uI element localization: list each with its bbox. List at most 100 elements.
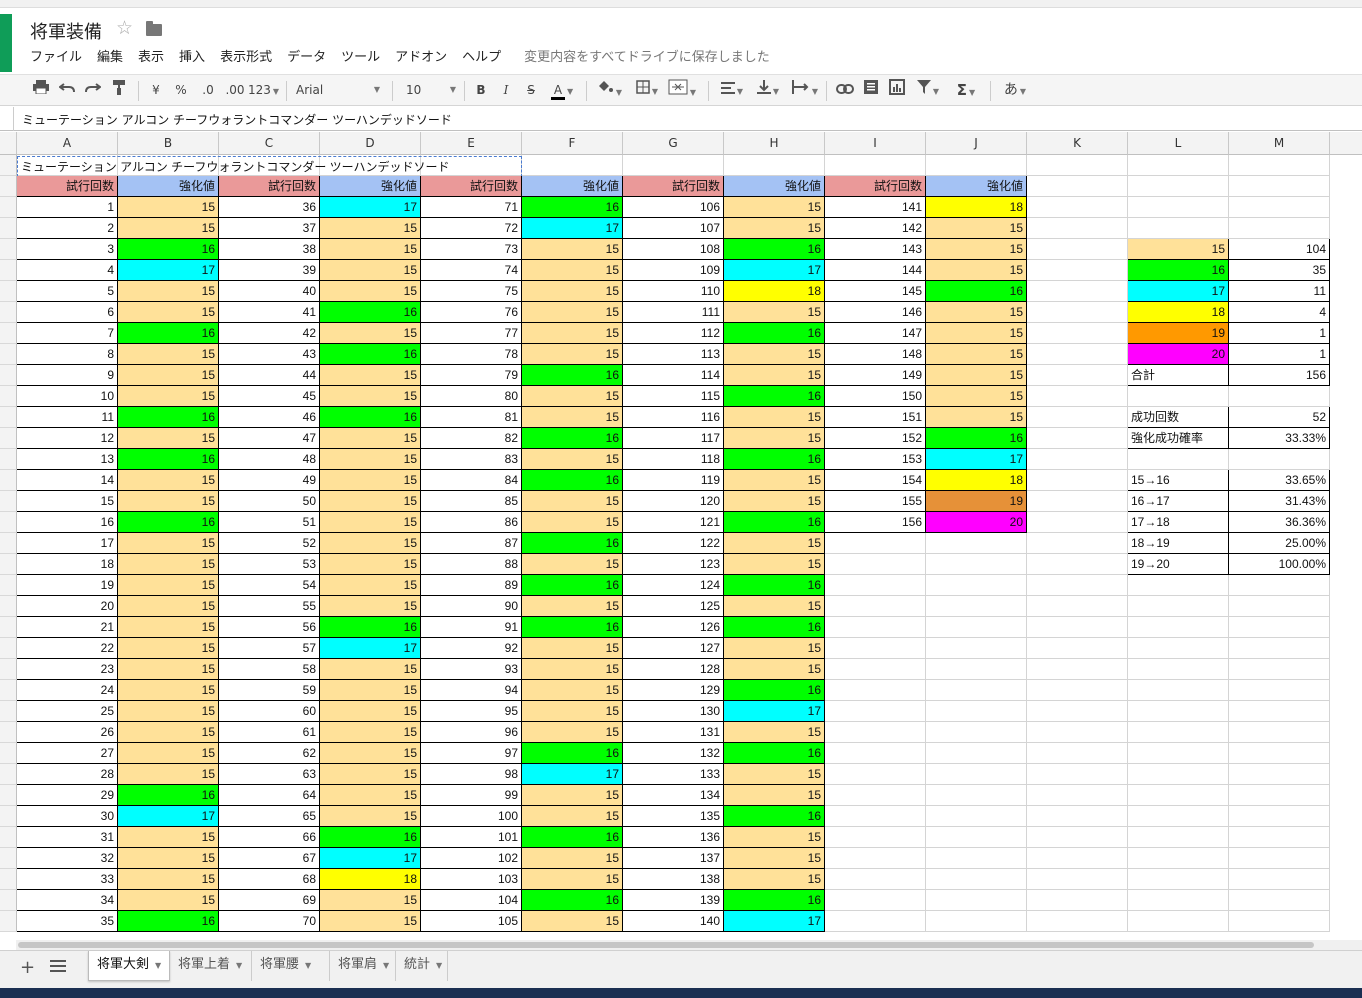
value-cell[interactable]: 15 <box>522 386 623 407</box>
row-header[interactable] <box>0 281 17 302</box>
trial-cell[interactable]: 101 <box>421 827 522 848</box>
trial-cell[interactable]: 98 <box>421 764 522 785</box>
value-cell[interactable]: 18 <box>926 197 1027 218</box>
grid-cell[interactable] <box>623 155 724 176</box>
trial-cell[interactable]: 40 <box>219 281 320 302</box>
input-tools-button[interactable]: あ ▼ <box>998 79 1032 101</box>
add-sheet-icon[interactable]: + <box>20 957 35 978</box>
trial-cell[interactable]: 116 <box>623 407 724 428</box>
value-cell[interactable]: 15 <box>118 533 219 554</box>
row-header[interactable] <box>0 554 17 575</box>
trial-cell[interactable]: 136 <box>623 827 724 848</box>
trial-cell[interactable]: 151 <box>825 407 926 428</box>
value-cell[interactable]: 16 <box>320 617 421 638</box>
value-cell[interactable]: 15 <box>118 869 219 890</box>
trial-cell[interactable]: 89 <box>421 575 522 596</box>
trial-cell[interactable]: 48 <box>219 449 320 470</box>
grid-cell[interactable] <box>1128 764 1229 785</box>
column-header[interactable]: E <box>421 132 522 155</box>
trial-cell[interactable]: 85 <box>421 491 522 512</box>
trial-cell[interactable]: 59 <box>219 680 320 701</box>
value-cell[interactable]: 15 <box>724 533 825 554</box>
grid-cell[interactable] <box>1229 176 1330 197</box>
trial-cell[interactable]: 117 <box>623 428 724 449</box>
trial-cell[interactable]: 1 <box>17 197 118 218</box>
dropdown-arrow-icon[interactable]: ▼ <box>236 961 242 970</box>
grid-cell[interactable] <box>1128 638 1229 659</box>
grid-cell[interactable] <box>1128 806 1229 827</box>
value-cell[interactable]: 15 <box>926 344 1027 365</box>
trial-cell[interactable]: 134 <box>623 785 724 806</box>
trial-cell[interactable]: 66 <box>219 827 320 848</box>
grid-cell[interactable] <box>1229 680 1330 701</box>
value-cell[interactable]: 16 <box>522 827 623 848</box>
stats-value-cell[interactable]: 15 <box>1128 239 1229 260</box>
grid-cell[interactable] <box>825 155 926 176</box>
trial-cell[interactable]: 67 <box>219 848 320 869</box>
trial-cell[interactable]: 125 <box>623 596 724 617</box>
trial-cell[interactable]: 8 <box>17 344 118 365</box>
trial-cell[interactable]: 45 <box>219 386 320 407</box>
trial-cell[interactable]: 81 <box>421 407 522 428</box>
more-formats-button[interactable]: 123 ▼ <box>248 79 279 101</box>
trial-cell[interactable]: 79 <box>421 365 522 386</box>
grid-cell[interactable] <box>1027 680 1128 701</box>
column-header[interactable]: L <box>1128 132 1229 155</box>
stats-value-cell[interactable]: 36.36% <box>1229 512 1330 533</box>
value-cell[interactable]: 15 <box>118 680 219 701</box>
grid-cell[interactable] <box>1027 743 1128 764</box>
value-cell[interactable]: 16 <box>320 344 421 365</box>
row-header[interactable] <box>0 344 17 365</box>
row-header[interactable] <box>0 470 17 491</box>
trial-cell[interactable]: 55 <box>219 596 320 617</box>
grid-cell[interactable] <box>825 575 926 596</box>
row-header[interactable] <box>0 827 17 848</box>
grid-cell[interactable] <box>1128 449 1229 470</box>
grid-cell[interactable] <box>926 638 1027 659</box>
value-cell[interactable]: 17 <box>118 806 219 827</box>
trial-header[interactable]: 試行回数 <box>17 176 118 197</box>
trial-cell[interactable]: 3 <box>17 239 118 260</box>
trial-cell[interactable]: 120 <box>623 491 724 512</box>
stats-value-cell[interactable]: 20 <box>1128 344 1229 365</box>
print-icon[interactable] <box>30 79 52 101</box>
value-cell[interactable]: 15 <box>118 218 219 239</box>
filter-icon[interactable]: ▼ <box>912 79 944 101</box>
value-cell[interactable]: 15 <box>118 701 219 722</box>
formula-input[interactable]: ミューテーション アルコン チーフウォラントコマンダー ツーハンデッドソード <box>22 111 452 128</box>
value-cell[interactable]: 15 <box>118 638 219 659</box>
row-header[interactable] <box>0 890 17 911</box>
value-cell[interactable]: 16 <box>522 743 623 764</box>
grid-cell[interactable] <box>1027 365 1128 386</box>
column-header[interactable]: B <box>118 132 219 155</box>
trial-cell[interactable]: 137 <box>623 848 724 869</box>
trial-cell[interactable]: 111 <box>623 302 724 323</box>
trial-cell[interactable]: 76 <box>421 302 522 323</box>
trial-cell[interactable]: 156 <box>825 512 926 533</box>
trial-cell[interactable]: 13 <box>17 449 118 470</box>
grid-cell[interactable] <box>1128 617 1229 638</box>
trial-cell[interactable]: 141 <box>825 197 926 218</box>
value-cell[interactable]: 15 <box>522 449 623 470</box>
grid-cell[interactable] <box>1128 890 1229 911</box>
select-all-corner[interactable] <box>0 132 17 155</box>
fill-color-icon[interactable]: ▼ <box>594 79 624 101</box>
undo-icon[interactable] <box>56 79 78 101</box>
stats-count-cell[interactable]: 104 <box>1229 239 1330 260</box>
value-cell[interactable]: 17 <box>926 449 1027 470</box>
trial-cell[interactable]: 42 <box>219 323 320 344</box>
trial-cell[interactable]: 18 <box>17 554 118 575</box>
dropdown-arrow-icon[interactable]: ▼ <box>436 961 442 970</box>
sheet-tab[interactable]: 将軍肩 ▼ <box>330 951 396 981</box>
value-cell[interactable]: 15 <box>320 911 421 932</box>
grid-cell[interactable] <box>825 827 926 848</box>
value-cell[interactable]: 16 <box>724 512 825 533</box>
value-cell[interactable]: 15 <box>724 848 825 869</box>
trial-cell[interactable]: 4 <box>17 260 118 281</box>
trial-cell[interactable]: 41 <box>219 302 320 323</box>
value-cell[interactable]: 15 <box>724 428 825 449</box>
grid-cell[interactable] <box>1128 596 1229 617</box>
menu-item[interactable]: アドオン <box>395 46 447 66</box>
value-cell[interactable]: 16 <box>522 575 623 596</box>
row-header[interactable] <box>0 428 17 449</box>
